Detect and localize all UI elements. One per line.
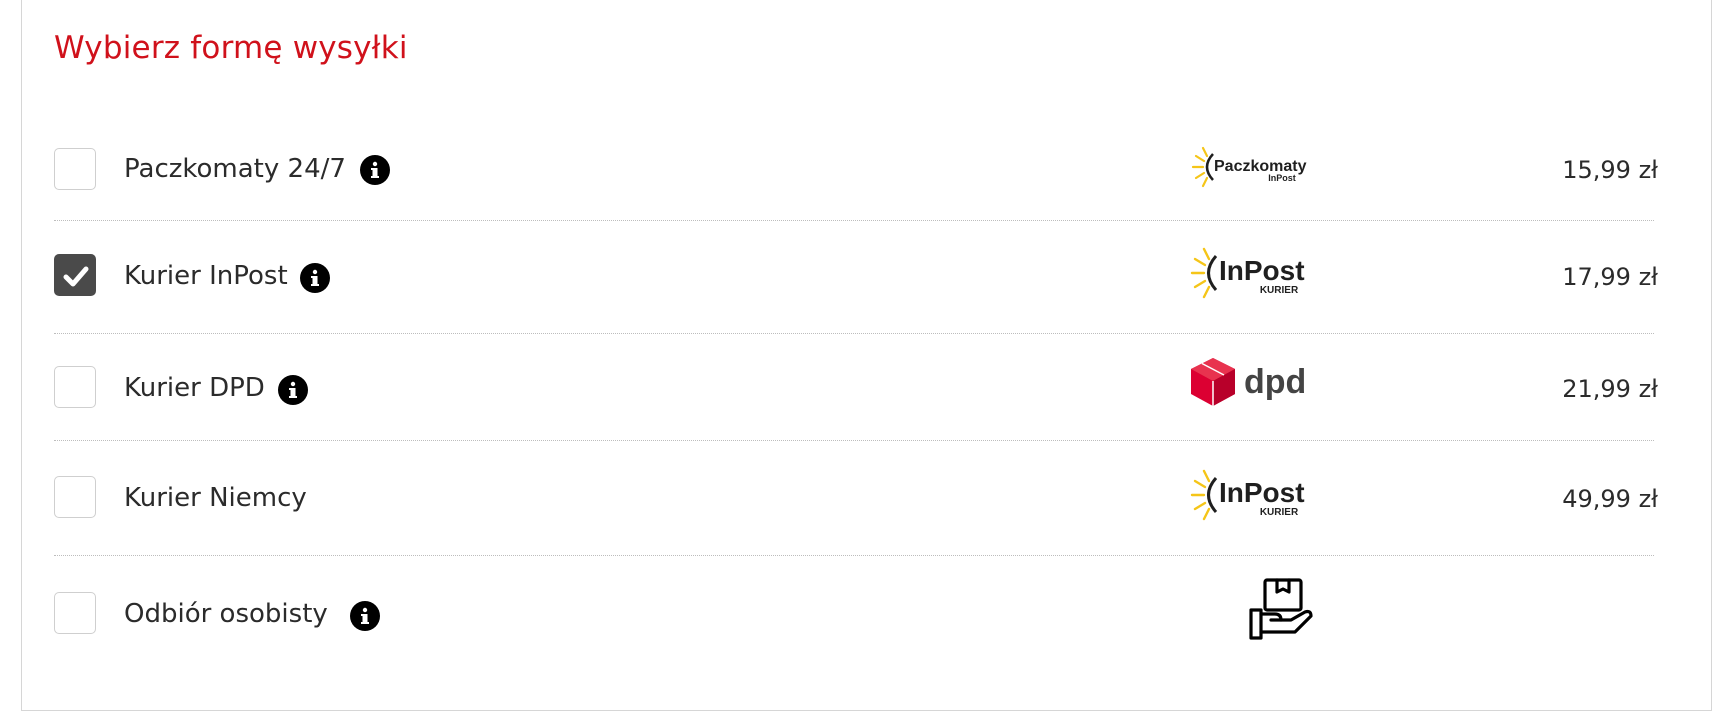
shipping-option-paczkomaty[interactable]: Paczkomaty 24/7 Paczkomaty InPost 15,99 … (54, 146, 1658, 194)
info-icon[interactable] (278, 375, 308, 405)
section-title: Wybierz formę wysyłki (54, 30, 408, 66)
option-label[interactable]: Odbiór osobisty (124, 599, 328, 629)
shipping-option-kurier-dpd[interactable]: Kurier DPD dpd 21,99 zł (54, 358, 1658, 412)
divider (54, 220, 1654, 221)
svg-text:dpd: dpd (1244, 363, 1306, 401)
inpost-kurier-logo: InPost KURIER (1189, 464, 1314, 530)
option-price: 21,99 zł (1562, 375, 1658, 403)
option-price: 49,99 zł (1562, 485, 1658, 513)
info-icon[interactable] (350, 601, 380, 631)
checkbox-odbior-osobisty[interactable] (54, 592, 96, 634)
divider (54, 555, 1654, 556)
package-in-hand-icon (1247, 576, 1315, 648)
svg-text:InPost: InPost (1219, 255, 1305, 286)
svg-text:KURIER: KURIER (1260, 507, 1299, 518)
divider (54, 440, 1654, 441)
option-price: 17,99 zł (1562, 263, 1658, 291)
checkbox-kurier-niemcy[interactable] (54, 476, 96, 518)
divider (54, 333, 1654, 334)
dpd-logo: dpd (1189, 354, 1314, 416)
option-label[interactable]: Kurier Niemcy (124, 483, 307, 513)
checkmark-icon (63, 266, 89, 287)
info-icon[interactable] (300, 263, 330, 293)
option-price: 15,99 zł (1562, 156, 1658, 184)
inpost-kurier-logo: InPost KURIER (1189, 242, 1314, 308)
option-label[interactable]: Kurier DPD (124, 373, 265, 403)
svg-text:KURIER: KURIER (1260, 285, 1299, 296)
shipping-option-kurier-inpost[interactable]: Kurier InPost InPost KURIER 17,99 zł (54, 247, 1658, 300)
shipping-option-odbior-osobisty[interactable]: Odbiór osobisty (54, 578, 1654, 640)
checkbox-kurier-dpd[interactable] (54, 366, 96, 408)
option-label[interactable]: Paczkomaty 24/7 (124, 154, 346, 184)
svg-text:InPost: InPost (1219, 477, 1305, 508)
option-label[interactable]: Kurier InPost (124, 261, 288, 291)
svg-text:InPost: InPost (1268, 173, 1296, 183)
checkbox-kurier-inpost[interactable] (54, 254, 96, 296)
checkbox-paczkomaty[interactable] (54, 148, 96, 190)
info-icon[interactable] (360, 155, 390, 185)
paczkomaty-inpost-logo: Paczkomaty InPost (1189, 142, 1314, 196)
shipping-option-kurier-niemcy[interactable]: Kurier Niemcy InPost KURIER 49,99 zł (54, 469, 1658, 522)
